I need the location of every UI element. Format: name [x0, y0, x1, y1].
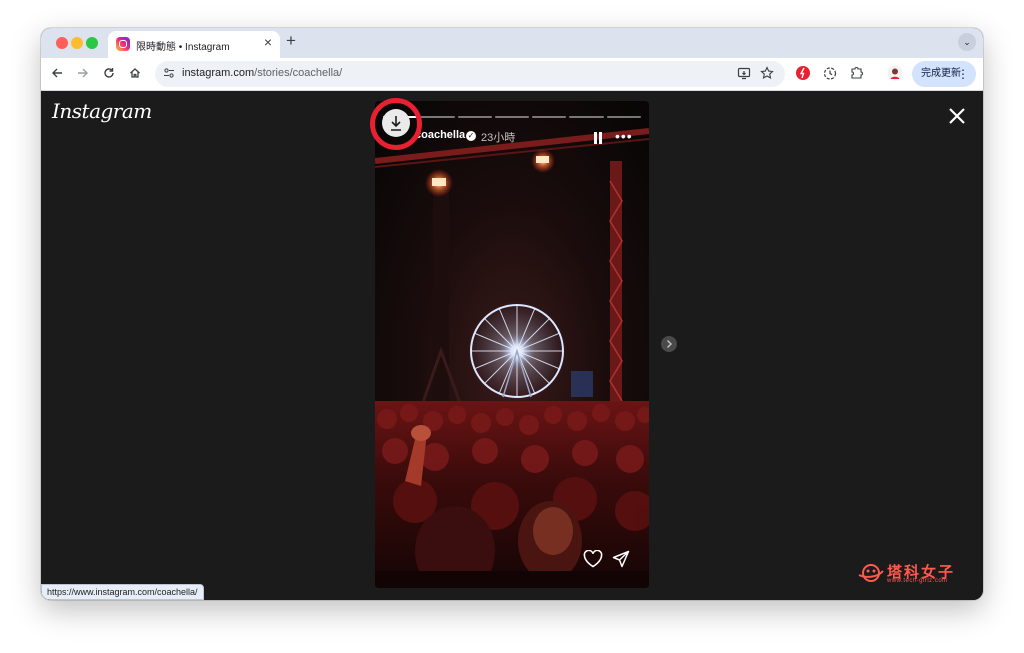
browser-toolbar: instagram.com/stories/coachella/ 完成更新 ⋮	[41, 58, 983, 91]
minimize-window-button[interactable]	[71, 37, 83, 49]
story-progress-segment	[569, 116, 604, 118]
watermark-subtext: www.tech-girlz.com	[887, 578, 948, 584]
tab-close-icon[interactable]: ×	[264, 35, 272, 49]
reload-icon[interactable]	[99, 64, 119, 84]
maximize-window-button[interactable]	[86, 37, 98, 49]
instagram-page: Instagram coachella ✓ 23小時 ••• https://w…	[41, 91, 983, 600]
download-button[interactable]	[382, 109, 410, 137]
watermark-logo-icon	[858, 564, 884, 582]
forward-arrow-icon[interactable]	[73, 64, 93, 84]
instagram-logo[interactable]: Instagram	[52, 99, 152, 123]
story-viewer[interactable]: coachella ✓ 23小時 •••	[375, 101, 649, 588]
url-path: /stories/coachella/	[254, 67, 343, 79]
tab-bar: 限時動態 • Instagram × + ⌄	[41, 28, 983, 58]
share-icon[interactable]	[612, 550, 632, 570]
pause-icon[interactable]	[593, 131, 603, 144]
avatar-icon[interactable]	[886, 65, 904, 83]
close-icon[interactable]	[943, 102, 971, 130]
url-host: instagram.com	[182, 67, 255, 79]
tune-icon[interactable]	[163, 67, 175, 82]
watermark: 塔科女子 www.tech-girlz.com	[857, 561, 967, 587]
story-progress-segment	[532, 116, 567, 118]
story-photo	[375, 101, 649, 588]
timer-extension-icon[interactable]	[821, 65, 839, 83]
tab-title: 限時動態 • Instagram	[136, 42, 230, 53]
story-timestamp: 23小時	[481, 132, 516, 144]
update-button[interactable]: 完成更新 ⋮	[912, 61, 976, 87]
update-label: 完成更新	[921, 68, 961, 79]
more-options-icon[interactable]: •••	[615, 129, 633, 143]
back-arrow-icon[interactable]	[47, 64, 67, 84]
url-text[interactable]: instagram.com/stories/coachella/	[182, 67, 342, 79]
red-extension-icon[interactable]	[794, 65, 812, 83]
puzzle-icon[interactable]	[848, 65, 866, 83]
tab-instagram-stories[interactable]: 限時動態 • Instagram ×	[108, 31, 280, 58]
story-progress-segment	[494, 116, 530, 118]
close-window-button[interactable]	[56, 37, 68, 49]
story-username[interactable]: coachella	[415, 129, 465, 141]
verified-badge-icon: ✓	[466, 131, 476, 141]
next-story-chevron-icon[interactable]	[661, 336, 677, 352]
browser-window: 限時動態 • Instagram × + ⌄ instagram.com/sto…	[41, 28, 983, 600]
install-icon[interactable]	[737, 66, 751, 84]
instagram-favicon-icon	[116, 37, 130, 51]
kebab-menu-icon[interactable]: ⋮	[957, 61, 969, 87]
status-bar-url: https://www.instagram.com/coachella/	[41, 584, 204, 600]
star-icon[interactable]	[760, 66, 774, 84]
story-progress-segment	[420, 116, 455, 118]
download-icon	[391, 116, 401, 131]
heart-icon[interactable]	[583, 549, 605, 570]
home-icon[interactable]	[125, 64, 145, 84]
story-progress-segment	[457, 116, 492, 118]
story-progress-bar	[383, 116, 641, 118]
new-tab-button[interactable]: +	[286, 32, 296, 49]
address-bar[interactable]: instagram.com/stories/coachella/	[155, 61, 785, 87]
story-progress-segment	[606, 116, 641, 118]
tab-search-button[interactable]: ⌄	[958, 33, 976, 51]
